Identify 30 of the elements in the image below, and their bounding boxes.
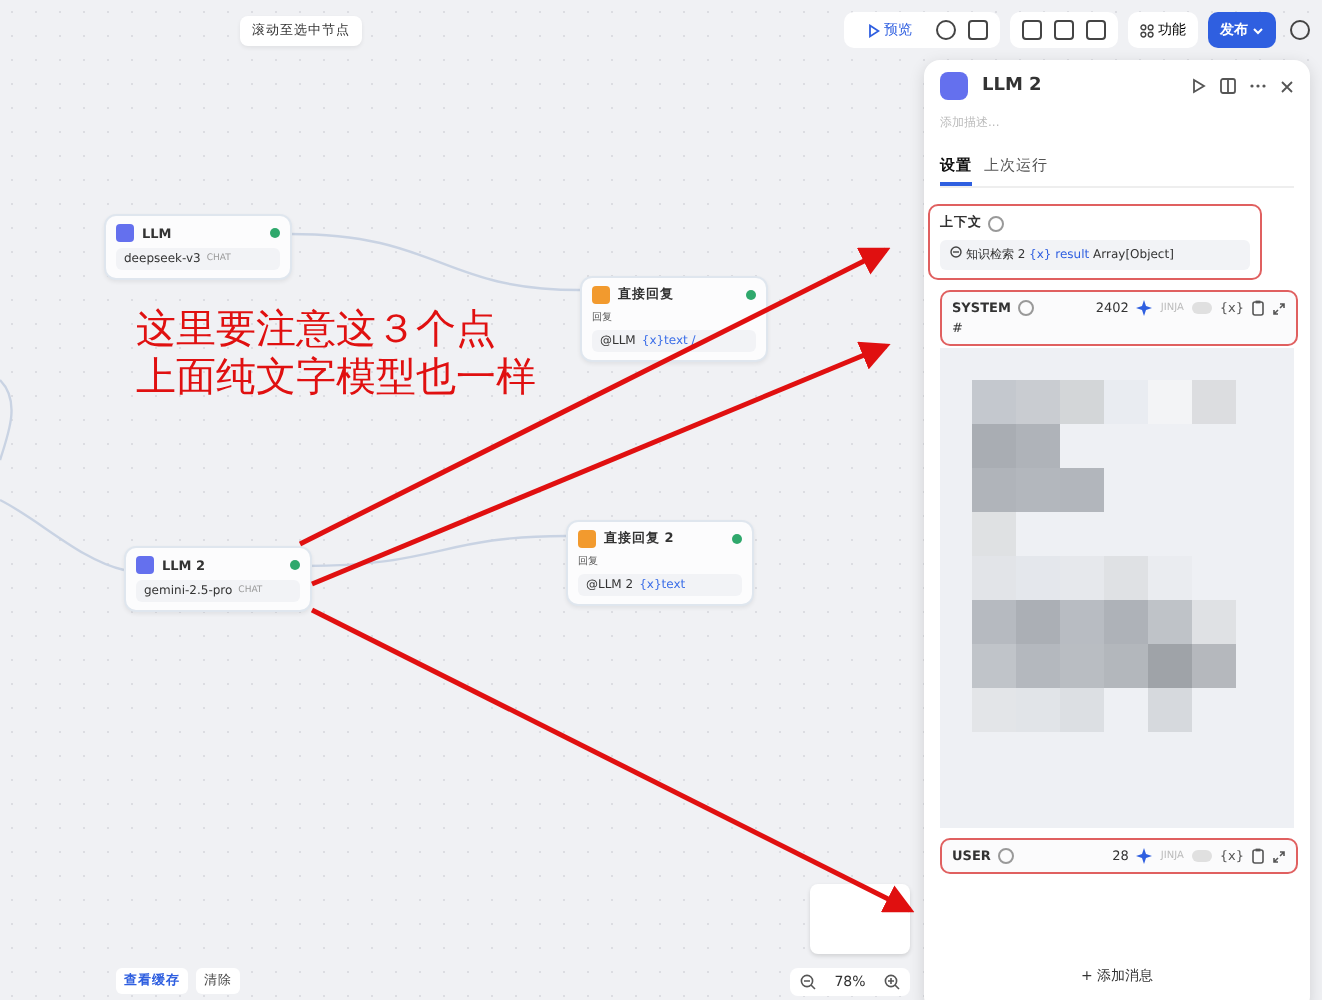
annotation-text: 上面纯文字模型也一样 — [136, 352, 536, 400]
jinja-toggle[interactable] — [1191, 850, 1212, 862]
annotation-text: 这里要注意这３个点 — [136, 304, 498, 352]
split-view-icon[interactable] — [1220, 78, 1236, 94]
sparkle-icon[interactable] — [1136, 848, 1153, 864]
zoom-in-icon[interactable] — [884, 974, 901, 990]
zoom-out-icon[interactable] — [799, 974, 816, 990]
help-icon — [1018, 300, 1035, 316]
minimap[interactable] — [810, 884, 910, 954]
help-icon — [998, 848, 1015, 864]
close-icon[interactable] — [1280, 79, 1294, 93]
clipboard-icon[interactable] — [1252, 300, 1264, 316]
minus-circle-icon — [950, 246, 962, 258]
play-icon — [868, 23, 880, 37]
panel-title: LLM 2 — [982, 76, 1042, 96]
run-icon[interactable] — [1192, 78, 1206, 94]
grid-icon — [1140, 23, 1154, 37]
expand-icon[interactable] — [1272, 849, 1286, 863]
sparkle-icon[interactable] — [1136, 300, 1153, 316]
status-dot-icon — [270, 228, 280, 238]
clipboard-icon[interactable] — [1252, 848, 1264, 864]
status-dot-icon — [746, 290, 756, 300]
help-icon — [988, 215, 1004, 231]
status-dot-icon — [732, 534, 742, 544]
chevron-down-icon — [1252, 25, 1264, 35]
expand-icon[interactable] — [1272, 301, 1286, 315]
connector-line — [0, 379, 13, 461]
connector-line — [0, 498, 125, 572]
jinja-toggle[interactable] — [1191, 302, 1212, 314]
status-dot-icon — [290, 560, 300, 570]
